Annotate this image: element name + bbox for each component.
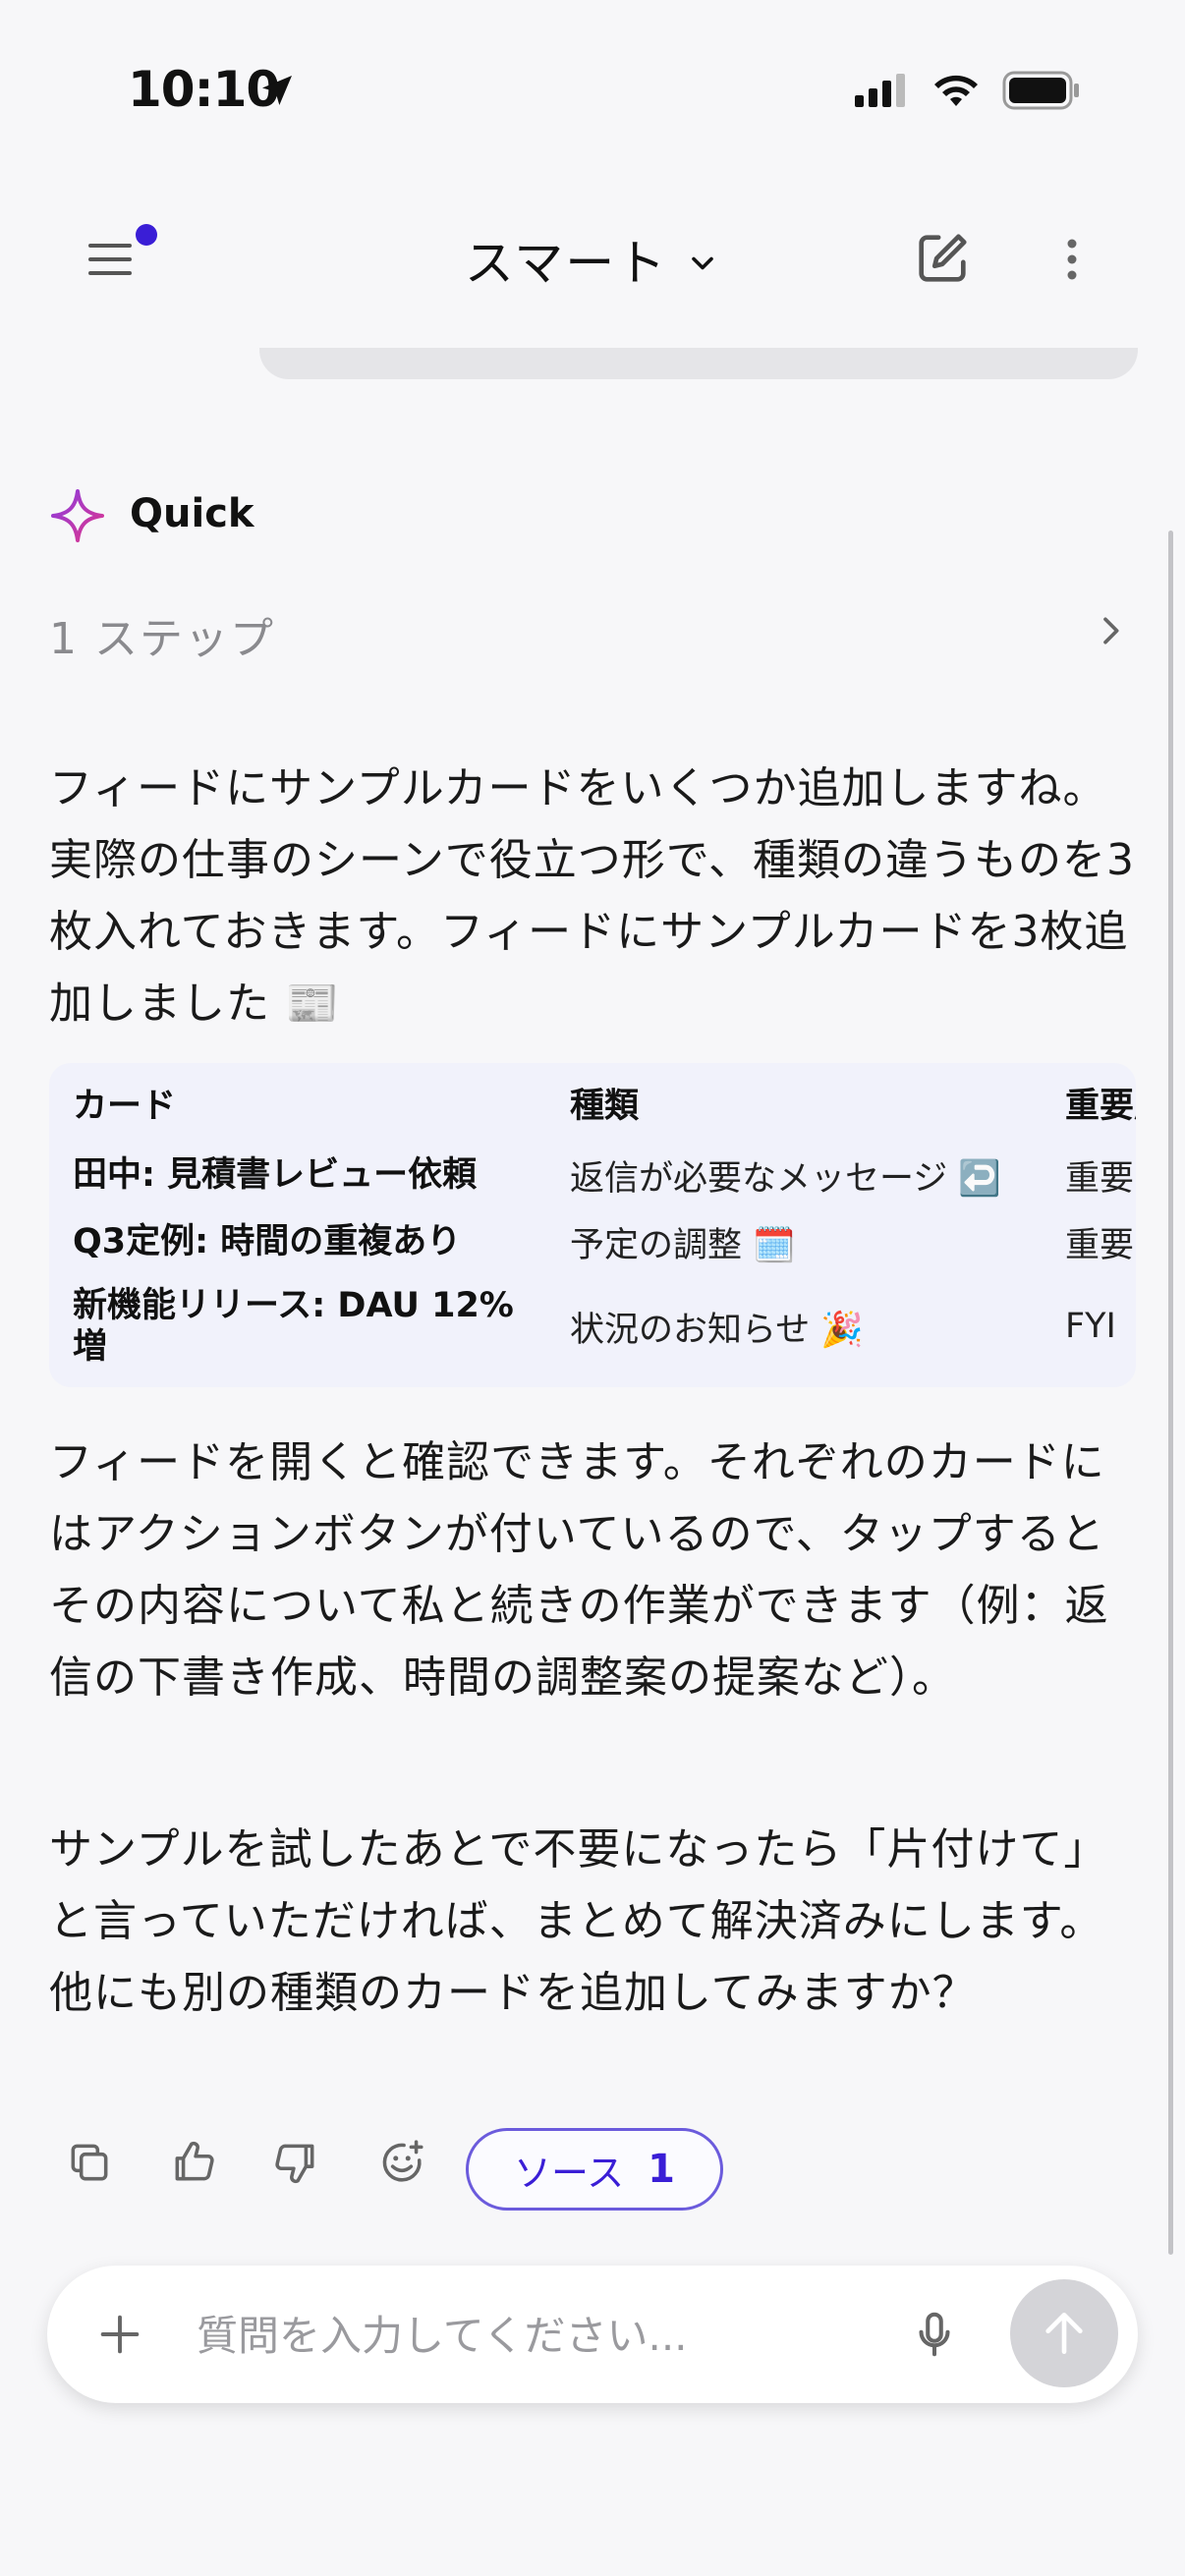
steps-label: 1 ステップ — [49, 614, 275, 664]
emoji-add-icon — [382, 2140, 423, 2182]
microphone-button[interactable] — [908, 2305, 961, 2368]
sources-count: 1 — [648, 2147, 675, 2192]
cellular-signal-icon — [855, 74, 905, 107]
compose-button[interactable] — [912, 228, 973, 293]
sources-label: ソース — [514, 2151, 625, 2195]
table-cell: 重要 — [1065, 1158, 1135, 1199]
battery-icon — [1002, 71, 1079, 110]
table-header-row: カード 種類 重要度 — [49, 1063, 1136, 1142]
copy-button[interactable] — [65, 2138, 114, 2191]
table-cell: 田中: 見積書レビュー依頼 — [73, 1155, 478, 1195]
chevron-down-icon — [685, 231, 720, 288]
message-paragraph-2: フィードを開くと確認できます。それぞれのカードにはアクションボタンが付いているの… — [49, 1437, 1109, 1703]
sources-button[interactable]: ソース 1 — [466, 2128, 723, 2211]
scrollbar[interactable] — [1168, 531, 1173, 2255]
location-arrow-icon — [257, 71, 297, 114]
mode-selector[interactable]: スマート — [0, 224, 1185, 295]
plus-icon — [100, 2315, 140, 2354]
more-options-button[interactable] — [1057, 234, 1087, 289]
wifi-icon — [934, 75, 978, 106]
dislike-button[interactable] — [271, 2138, 320, 2191]
chevron-right-icon — [1091, 609, 1130, 656]
message-paragraph-1: フィードにサンプルカードをいくつか追加しますね。実際の仕事のシーンで役立つ形で、… — [49, 763, 1136, 1029]
steps-expander[interactable]: 1 ステップ — [49, 603, 1130, 664]
add-reaction-button[interactable] — [377, 2138, 426, 2191]
chat-input[interactable] — [195, 2299, 808, 2372]
table-header-cell: 種類 — [570, 1086, 640, 1126]
like-button[interactable] — [169, 2138, 218, 2191]
compose-icon — [919, 234, 967, 282]
arrow-up-icon — [1045, 2313, 1083, 2354]
send-button[interactable] — [1010, 2279, 1118, 2387]
table-cell: Q3定例: 時間の重複あり — [73, 1222, 462, 1261]
chat-input-bar — [47, 2266, 1138, 2403]
microphone-icon — [919, 2312, 950, 2357]
status-icons — [855, 71, 1081, 110]
table-cell: 状況のお知らせ 🎉 — [570, 1310, 865, 1350]
table-header-cell: 重要度 — [1065, 1086, 1136, 1126]
table-row: Q3定例: 時間の重複あり 予定の調整 🗓️ 重要 — [49, 1208, 1136, 1275]
message-paragraph-3: サンプルを試したあとで不要になったら「片付けて」と言っていただければ、まとめて解… — [49, 1824, 1108, 2018]
table-row: 新機能リリース: DAU 12%増 状況のお知らせ 🎉 FYI — [49, 1275, 1136, 1377]
table-row: 田中: 見積書レビュー依頼 返信が必要なメッセージ ↩️ 重要 — [49, 1142, 1136, 1208]
copy-icon — [71, 2144, 108, 2181]
table-cell: 新機能リリース: DAU 12%増 — [73, 1286, 514, 1367]
sparkle-icon — [49, 487, 106, 548]
previous-message-bubble — [259, 348, 1138, 379]
table-cell: 重要 — [1065, 1225, 1135, 1265]
mode-title: スマート — [464, 235, 668, 292]
assistant-name: Quick — [130, 491, 254, 536]
table-cell: 返信が必要なメッセージ ↩️ — [570, 1158, 1002, 1199]
table-cell: FYI — [1065, 1307, 1116, 1346]
attach-button[interactable] — [94, 2309, 145, 2364]
more-vertical-icon — [1067, 239, 1077, 280]
cards-table[interactable]: カード 種類 重要度 田中: 見積書レビュー依頼 返信が必要なメッセージ ↩️ … — [49, 1063, 1136, 1387]
table-header-cell: カード — [73, 1086, 177, 1126]
thumbs-up-icon — [175, 2141, 214, 2181]
thumbs-down-icon — [275, 2144, 314, 2184]
table-cell: 予定の調整 🗓️ — [570, 1225, 796, 1265]
